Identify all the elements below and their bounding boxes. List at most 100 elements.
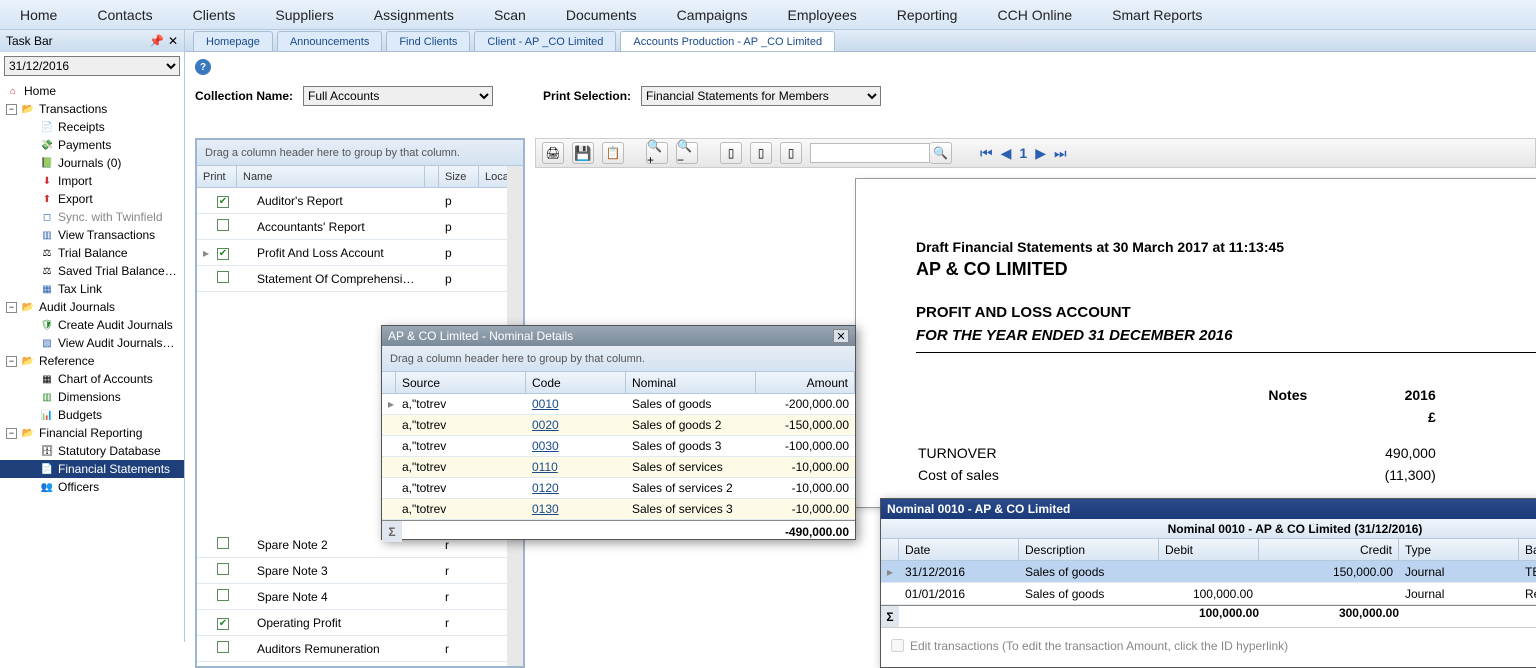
tree-stat-db[interactable]: 🗄Statutory Database [0,442,184,460]
tree-receipts[interactable]: 📄Receipts [0,118,184,136]
col-source[interactable]: Source [396,372,526,393]
tab-announcements[interactable]: Announcements [277,31,383,51]
checkbox-icon[interactable] [217,641,229,653]
dialog-titlebar[interactable]: AP & CO Limited - Nominal Details ✕ [382,326,855,346]
table-row[interactable]: ▸ ✔ Profit And Loss Account p [197,240,523,266]
menu-home[interactable]: Home [20,7,57,23]
next-page-icon[interactable]: ▶ [1035,145,1046,162]
table-row[interactable]: ▸ 31/12/2016 Sales of goods 150,000.00 J… [881,561,1536,583]
col-print[interactable]: Print [197,166,237,187]
table-row[interactable]: Spare Note 4 r [197,584,523,610]
zoom-out-button[interactable]: 🔍− [676,142,698,164]
menu-smart-reports[interactable]: Smart Reports [1112,7,1202,23]
close-icon[interactable]: ✕ [833,329,849,343]
search-icon[interactable]: 🔍 [930,142,952,164]
tree-reference[interactable]: −📂Reference [0,352,184,370]
checkbox-icon[interactable]: ✔ [217,618,229,630]
checkbox-icon[interactable]: ✔ [217,196,229,208]
checkbox-icon[interactable]: ✔ [217,248,229,260]
code-link[interactable]: 0130 [532,502,559,516]
code-link[interactable]: 0120 [532,481,559,495]
close-icon[interactable]: ✕ [168,34,178,48]
checkbox-icon[interactable] [217,537,229,549]
tree-sync[interactable]: ◻Sync. with Twinfield [0,208,184,226]
tree-payments[interactable]: 💸Payments [0,136,184,154]
last-page-icon[interactable]: ⏭ [1054,145,1067,162]
grouping-hint[interactable]: Drag a column header here to group by th… [382,346,855,372]
tab-homepage[interactable]: Homepage [193,31,273,51]
col-amount[interactable]: Amount [756,372,855,393]
collapse-icon[interactable]: − [6,356,17,367]
print-selection-select[interactable]: Financial Statements for Members [641,86,881,106]
collection-name-select[interactable]: Full Accounts [303,86,493,106]
table-row[interactable]: Accountants' Report p [197,214,523,240]
collapse-icon[interactable]: − [6,104,17,115]
col-batch[interactable]: Batch Ref [1519,539,1536,560]
menu-contacts[interactable]: Contacts [97,7,152,23]
print-button[interactable]: 🖨 [542,142,564,164]
search-input[interactable] [810,143,930,163]
tree-trial-balance[interactable]: ⚖Trial Balance [0,244,184,262]
menu-clients[interactable]: Clients [193,7,236,23]
checkbox-icon[interactable] [217,589,229,601]
tree-coa[interactable]: ▦Chart of Accounts [0,370,184,388]
copy-button[interactable]: 📋 [602,142,624,164]
tab-accounts-production[interactable]: Accounts Production - AP _CO Limited [620,31,835,51]
col-size[interactable]: Size [439,166,479,187]
table-row[interactable]: a,"totrev 0110 Sales of services -10,000… [382,457,855,478]
tree-import[interactable]: ⬇Import [0,172,184,190]
table-row[interactable]: 01/01/2016 Sales of goods 100,000.00 Jou… [881,583,1536,605]
menu-suppliers[interactable]: Suppliers [275,7,333,23]
menu-scan[interactable]: Scan [494,7,526,23]
checkbox-icon[interactable] [217,271,229,283]
col-nominal[interactable]: Nominal [626,372,756,393]
checkbox-icon[interactable] [217,219,229,231]
tree-audit[interactable]: −📂Audit Journals [0,298,184,316]
period-date-select[interactable]: 31/12/2016 [4,56,180,76]
table-row[interactable]: a,"totrev 0130 Sales of services 3 -10,0… [382,499,855,520]
menu-cch-online[interactable]: CCH Online [997,7,1072,23]
collapse-icon[interactable]: − [6,428,17,439]
col-date[interactable]: Date [899,539,1019,560]
col-code[interactable]: Code [526,372,626,393]
tree-dimensions[interactable]: ▥Dimensions [0,388,184,406]
tree-transactions[interactable]: −📂Transactions [0,100,184,118]
dialog-titlebar[interactable]: Nominal 0010 - AP & CO Limited ✕ [881,499,1536,519]
table-row[interactable]: ✔ Auditor's Report p [197,188,523,214]
table-row[interactable]: Statement Of Comprehensi… p [197,266,523,292]
col-name[interactable]: Name [237,166,425,187]
menu-assignments[interactable]: Assignments [374,7,454,23]
tab-find-clients[interactable]: Find Clients [386,31,470,51]
checkbox-icon[interactable] [217,563,229,575]
code-link[interactable]: 0010 [532,397,559,411]
table-row[interactable]: Auditors Remuneration r [197,636,523,662]
tree-home[interactable]: ⌂Home [0,82,184,100]
tree-create-audit[interactable]: 🛡Create Audit Journals [0,316,184,334]
col-description[interactable]: Description [1019,539,1159,560]
col-credit[interactable]: Credit [1259,539,1399,560]
layout-button-2[interactable]: ▯ [750,142,772,164]
first-page-icon[interactable]: ⏮ [980,145,993,162]
code-link[interactable]: 0020 [532,418,559,432]
table-row[interactable]: ▸ a,"totrev 0010 Sales of goods -200,000… [382,394,855,415]
table-row[interactable]: ✔ Operating Profit r [197,610,523,636]
tree-budgets[interactable]: 📊Budgets [0,406,184,424]
code-link[interactable]: 0110 [532,460,558,474]
tree-view-trans[interactable]: ▥View Transactions [0,226,184,244]
tree-export[interactable]: ⬆Export [0,190,184,208]
tree-fin-reporting[interactable]: −📂Financial Reporting [0,424,184,442]
table-row[interactable]: Spare Note 3 r [197,558,523,584]
zoom-in-button[interactable]: 🔍+ [646,142,668,164]
save-button[interactable]: 💾 [572,142,594,164]
prev-page-icon[interactable]: ◀ [1001,145,1012,162]
col-type[interactable]: Type [1399,539,1519,560]
table-row[interactable]: a,"totrev 0020 Sales of goods 2 -150,000… [382,415,855,436]
menu-documents[interactable]: Documents [566,7,637,23]
tree-fin-stmts[interactable]: 📄Financial Statements [0,460,184,478]
tree-journals[interactable]: 📗Journals (0) [0,154,184,172]
menu-reporting[interactable]: Reporting [897,7,958,23]
table-row[interactable]: a,"totrev 0120 Sales of services 2 -10,0… [382,478,855,499]
grouping-hint[interactable]: Drag a column header here to group by th… [197,140,523,166]
table-row[interactable]: a,"totrev 0030 Sales of goods 3 -100,000… [382,436,855,457]
layout-button-1[interactable]: ▯ [720,142,742,164]
